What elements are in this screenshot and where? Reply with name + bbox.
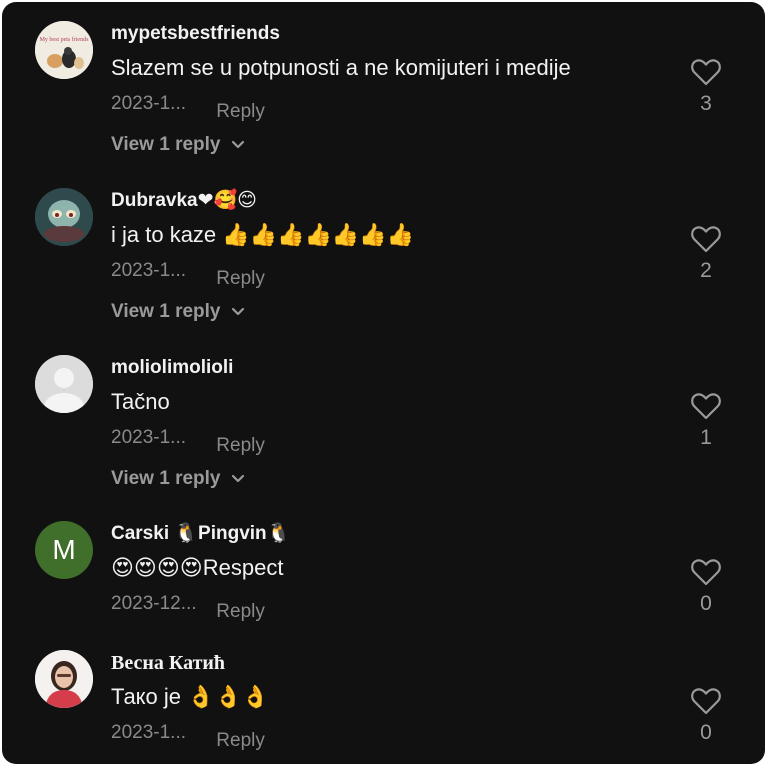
- view-replies-label: View 1 reply: [111, 301, 221, 322]
- comment-text: i ja to kaze 👍👍👍👍👍👍👍: [111, 222, 415, 247]
- view-replies-button[interactable]: View 1 reply: [111, 132, 245, 158]
- comment-meta: 2023-12... Reply: [111, 591, 265, 625]
- comment-date: 2023-1...: [111, 260, 186, 281]
- like-count: 3: [700, 92, 712, 115]
- comment-text: 😍😍😍😍Respect: [111, 555, 284, 580]
- comment-author[interactable]: Весна Катић: [111, 650, 225, 676]
- heart-icon[interactable]: [690, 557, 722, 587]
- view-replies-button[interactable]: View 1 reply: [111, 466, 245, 492]
- view-replies-button[interactable]: View 1 reply: [111, 299, 245, 325]
- comment-text: Slazem se u potpunosti a ne komijuteri i…: [111, 55, 571, 80]
- default-avatar-icon: [35, 355, 93, 413]
- like-count: 0: [700, 721, 712, 744]
- avatar[interactable]: [35, 188, 93, 246]
- like-count: 1: [700, 426, 712, 449]
- comment-date: 2023-1...: [111, 722, 186, 743]
- reply-button[interactable]: Reply: [216, 599, 265, 625]
- reply-button[interactable]: Reply: [216, 266, 265, 292]
- comment-author[interactable]: moliolimolioli: [111, 355, 233, 381]
- comment-date: 2023-1...: [111, 93, 186, 114]
- comment-meta: 2023-1... Reply: [111, 425, 265, 459]
- heart-icon[interactable]: [690, 224, 722, 254]
- comment-meta: 2023-1... Reply: [111, 258, 265, 292]
- avatar-letter: M: [52, 534, 76, 565]
- avatar[interactable]: M: [35, 521, 93, 579]
- reply-button[interactable]: Reply: [216, 433, 265, 459]
- chevron-down-icon: [231, 307, 244, 316]
- comment-meta: 2023-1... Reply: [111, 720, 265, 754]
- chevron-down-icon: [231, 140, 244, 149]
- reply-button[interactable]: Reply: [216, 728, 265, 754]
- chevron-down-icon: [231, 474, 244, 483]
- comment-author[interactable]: Carski 🐧Pingvin🐧: [111, 521, 290, 547]
- view-replies-label: View 1 reply: [111, 134, 221, 155]
- heart-icon[interactable]: [690, 391, 722, 421]
- comment-date: 2023-1...: [111, 427, 186, 448]
- avatar[interactable]: My best pets friends: [35, 21, 93, 79]
- like-count: 2: [700, 259, 712, 282]
- heart-icon[interactable]: [690, 686, 722, 716]
- comment-date: 2023-12...: [111, 593, 197, 614]
- view-replies-label: View 1 reply: [111, 468, 221, 489]
- comment-meta: 2023-1... Reply: [111, 91, 265, 125]
- profile-photo-avatar: [35, 650, 93, 708]
- comment-text: Tačno: [111, 389, 170, 414]
- reply-button[interactable]: Reply: [216, 99, 265, 125]
- pets-avatar-image: My best pets friends: [35, 21, 93, 79]
- avatar[interactable]: [35, 650, 93, 708]
- avatar-caption: My best pets friends: [40, 36, 89, 43]
- comment-author[interactable]: Dubravka❤🥰😊: [111, 188, 257, 214]
- like-count: 0: [700, 592, 712, 615]
- avatar[interactable]: [35, 355, 93, 413]
- comments-panel: My best pets friends mypetsbestfriends S…: [2, 2, 765, 764]
- comment-text: Тако је 👌👌👌: [111, 684, 270, 709]
- heart-icon[interactable]: [690, 57, 722, 87]
- squidward-avatar-image: [35, 188, 93, 246]
- comment-author[interactable]: mypetsbestfriends: [111, 21, 280, 47]
